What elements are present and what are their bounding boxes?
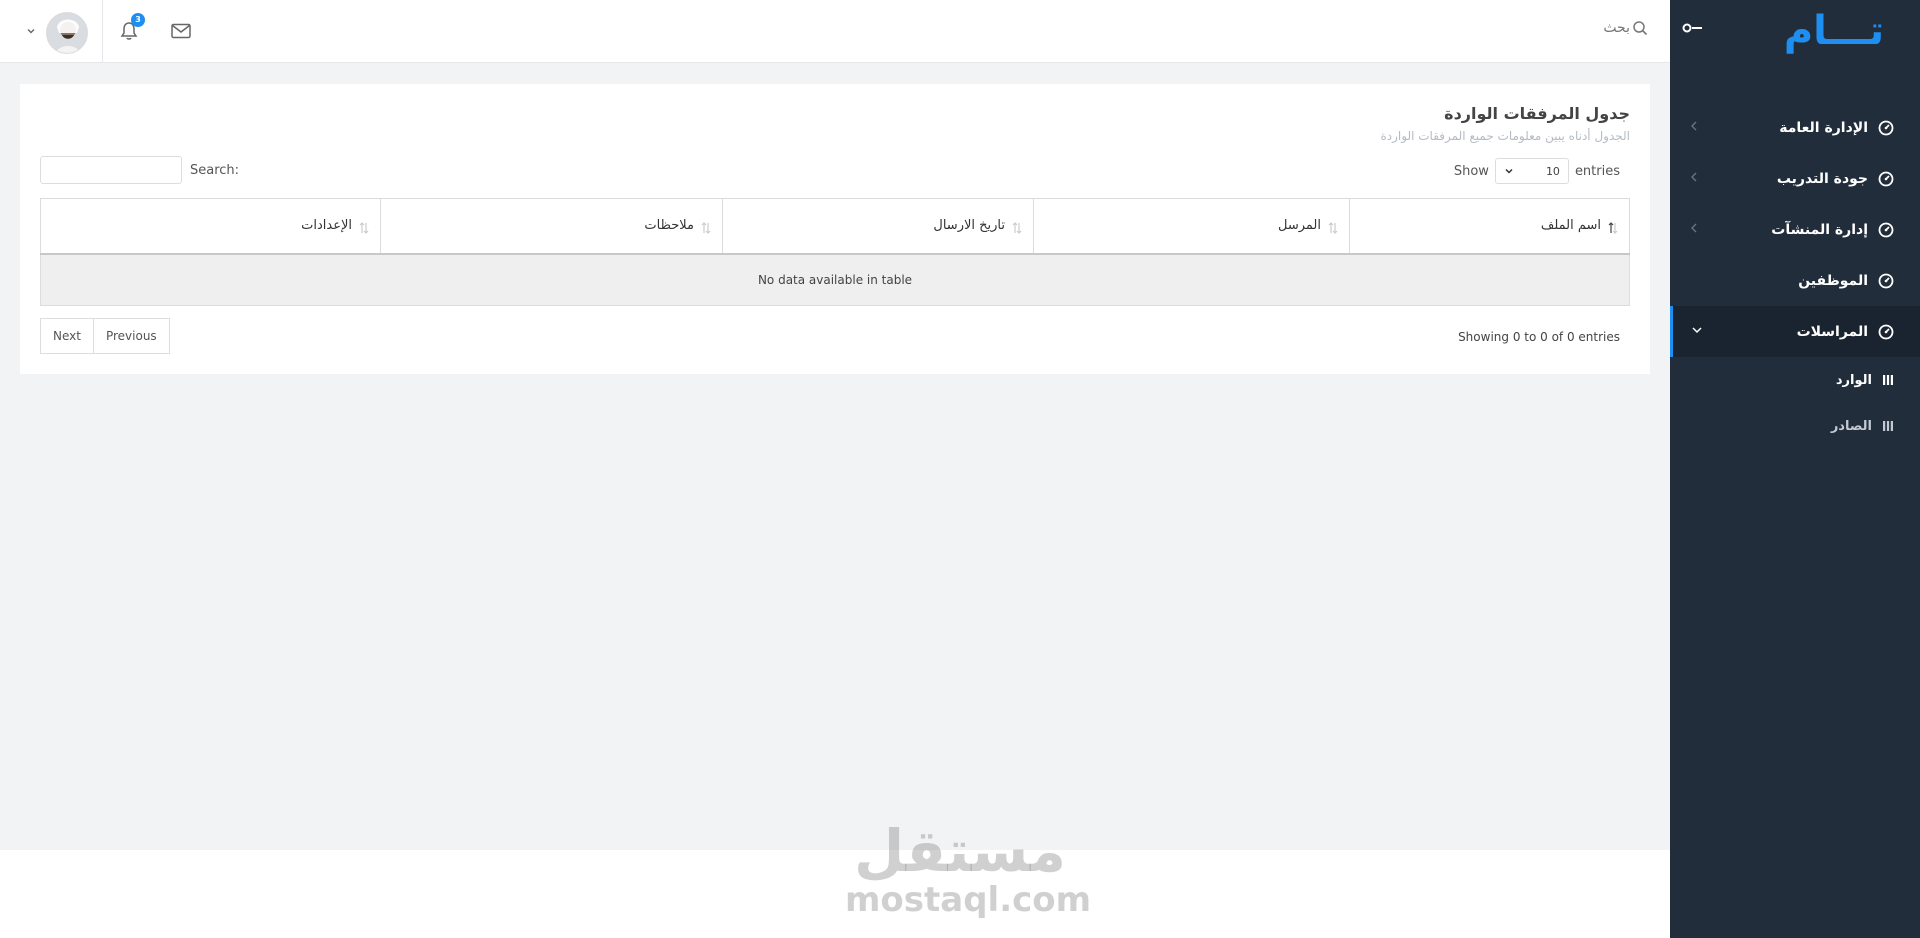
show-label: Show (1453, 163, 1489, 179)
chevron-down-icon[interactable] (26, 26, 36, 36)
sidebar-item-label: الموظفين (1798, 272, 1868, 289)
sidebar-item-training-quality[interactable]: جودة التدريب (1670, 153, 1920, 204)
empty-table-message: No data available in table (40, 253, 1630, 306)
footer (0, 850, 1670, 938)
column-notes[interactable]: ملاحظات (380, 198, 723, 255)
watermark-text-en: mostaql.com (845, 880, 1092, 920)
sidebar-item-general-admin[interactable]: الإدارة العامة (1670, 102, 1920, 153)
sidebar: تـــام الإدارة العامة جودة التدريب إدارة… (1670, 0, 1920, 938)
watermark-text-ar: مستقل (853, 817, 1067, 885)
table-row-empty: No data available in table (40, 253, 1630, 306)
pagination: Next Previous (40, 318, 170, 354)
column-settings[interactable]: الإعدادات (40, 198, 381, 255)
sidebar-item-label: جودة التدريب (1776, 170, 1868, 187)
sidebar-item-label: المراسلات (1796, 323, 1868, 340)
sort-icon (1328, 222, 1338, 234)
avatar[interactable] (46, 12, 88, 54)
chevron-left-icon (1691, 121, 1697, 131)
attachments-table: اسم الملف المرسل تاريخ الارسال ملاحظات ا… (40, 198, 1630, 306)
sort-icon (701, 222, 711, 234)
column-file-name[interactable]: اسم الملف (1349, 198, 1630, 255)
gauge-icon (1878, 171, 1894, 186)
user-avatar-image (47, 13, 87, 53)
sidebar-item-employees[interactable]: الموظفين (1670, 255, 1920, 306)
page-subtitle: الجدول أدناه يبين معلومات جميع المرفقات … (1380, 129, 1630, 143)
gauge-icon (1878, 273, 1894, 288)
search-input[interactable] (1510, 20, 1630, 36)
gauge-icon (1878, 222, 1894, 237)
header-search (1510, 20, 1648, 36)
entries-label: entries (1574, 163, 1620, 179)
column-send-date[interactable]: تاريخ الارسال (722, 198, 1034, 255)
entries-select[interactable]: 10 (1494, 158, 1569, 184)
brand-logo[interactable]: تـــام (1774, 8, 1894, 54)
gauge-icon (1878, 324, 1894, 339)
mail-icon[interactable] (170, 22, 192, 40)
table-search: Search: (40, 156, 239, 184)
chevron-down-icon (1692, 327, 1702, 334)
sidebar-menu: الإدارة العامة جودة التدريب إدارة المنشآ… (1670, 102, 1920, 449)
watermark-logo: مستقل mostaql.com (845, 817, 1092, 920)
table-search-label: Search: (190, 162, 240, 178)
incoming-attachments-card: جدول المرفقات الواردة الجدول أدناه يبين … (20, 84, 1650, 374)
table-info: Showing 0 to 0 of 0 entries (1458, 330, 1620, 344)
sidebar-subitem-outbox[interactable]: الصادر (1670, 403, 1920, 449)
header-divider (102, 0, 103, 63)
sidebar-item-label: الإدارة العامة (1779, 119, 1868, 136)
chevron-left-icon (1691, 223, 1697, 233)
bars-icon (1883, 421, 1893, 431)
sort-icon (1012, 222, 1022, 234)
table-header-row: اسم الملف المرسل تاريخ الارسال ملاحظات ا… (40, 198, 1630, 255)
sidebar-item-label: إدارة المنشآت (1771, 221, 1868, 238)
table-search-input[interactable] (40, 156, 182, 184)
chevron-down-icon (1505, 168, 1513, 174)
gauge-icon (1878, 120, 1894, 135)
sort-asc-icon (1608, 222, 1618, 234)
column-sender[interactable]: المرسل (1033, 198, 1350, 255)
next-button[interactable]: Next (40, 318, 94, 354)
sidebar-subitem-inbox[interactable]: الوارد (1670, 357, 1920, 403)
sidebar-subitem-label: الوارد (1835, 372, 1872, 388)
sidebar-item-correspondence[interactable]: المراسلات (1670, 306, 1920, 357)
top-header: 3 (0, 0, 1670, 63)
key-icon[interactable] (1682, 22, 1706, 34)
page-title: جدول المرفقات الواردة (1444, 104, 1630, 123)
sidebar-item-facilities[interactable]: إدارة المنشآت (1670, 204, 1920, 255)
sort-icon (359, 222, 369, 234)
bars-icon (1883, 375, 1893, 385)
search-icon[interactable] (1632, 20, 1648, 36)
entries-length-control: Show 10 entries (1454, 158, 1620, 184)
sidebar-subitem-label: الصادر (1830, 418, 1872, 434)
chevron-left-icon (1691, 172, 1697, 182)
previous-button[interactable]: Previous (93, 318, 170, 354)
entries-select-value: 10 (1545, 164, 1560, 178)
notification-badge: 3 (131, 13, 145, 27)
